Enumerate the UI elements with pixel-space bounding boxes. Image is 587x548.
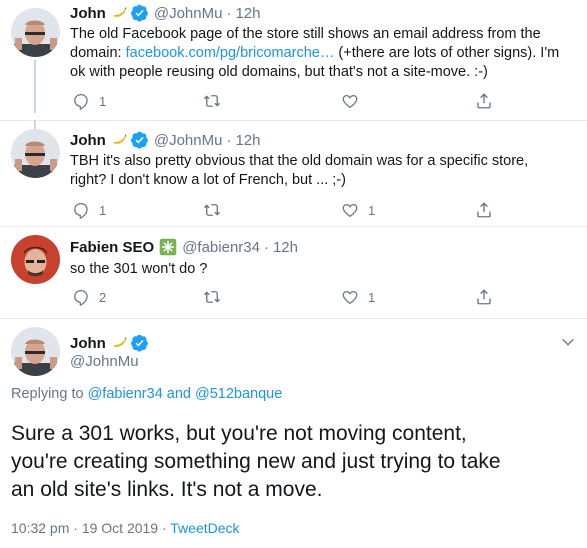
chevron-down-icon[interactable] — [560, 334, 576, 350]
tweet-1[interactable]: John @JohnMu · 12h The old Facebook page… — [0, 0, 587, 113]
retweet-icon — [203, 201, 221, 219]
tweet-actions: 1 1 — [70, 200, 580, 220]
banana-emoji-icon — [111, 334, 129, 352]
tweet-time[interactable]: 12h — [235, 5, 260, 22]
tweet-text-line: TBH it's also pretty obvious that the ol… — [70, 153, 529, 169]
author-handle[interactable]: @JohnMu — [154, 5, 223, 22]
reply-user-link[interactable]: @fabienr34 — [88, 386, 163, 402]
tweet-text: TBH it's also pretty obvious that the ol… — [70, 152, 580, 190]
reply-count: 1 — [99, 202, 107, 218]
like-icon — [341, 288, 359, 306]
reply-button[interactable]: 1 — [72, 91, 106, 111]
avatar-john-icon — [11, 8, 60, 57]
sparkle-emoji-icon — [159, 238, 177, 256]
reply-icon — [72, 201, 90, 219]
author-handle[interactable]: @JohnMu — [154, 132, 223, 149]
tweet-text-line: ok with people reusing old domains, but … — [70, 64, 488, 80]
tweet-text-line: The old Facebook page of the store still… — [70, 26, 541, 42]
tweet-actions: 2 1 — [70, 287, 580, 307]
author-handle[interactable]: @JohnMu — [70, 353, 139, 370]
tweet-text-line: right? I don't know a lot of French, but… — [70, 172, 346, 188]
retweet-button[interactable] — [203, 200, 230, 220]
share-button[interactable] — [475, 287, 493, 307]
like-button[interactable]: 1 — [341, 200, 375, 220]
author-name[interactable]: John — [70, 5, 106, 22]
reply-button[interactable]: 2 — [72, 287, 106, 307]
reply-icon — [72, 92, 90, 110]
banana-emoji-icon — [111, 4, 129, 22]
like-icon — [341, 92, 359, 110]
share-button[interactable] — [475, 91, 493, 111]
share-icon — [475, 92, 493, 110]
verified-badge-icon — [131, 131, 149, 149]
dot-separator: · — [263, 238, 269, 256]
tweet-text: The old Facebook page of the store still… — [70, 25, 580, 82]
replying-prefix: Replying to — [11, 386, 88, 402]
avatar-john-icon — [11, 129, 60, 178]
tweet-meta: 10:32 pm · 19 Oct 2019 · TweetDeck — [11, 520, 240, 536]
tweet-text-line: Sure a 301 works, but you're not moving … — [11, 422, 467, 445]
tweet-text-line: you're creating something new and just t… — [11, 450, 501, 473]
tweet-actions: 1 — [70, 91, 580, 111]
dot-separator: · — [226, 4, 232, 22]
verified-badge-icon — [131, 334, 149, 352]
retweet-icon — [203, 92, 221, 110]
thread-line — [34, 120, 36, 129]
retweet-button[interactable] — [203, 287, 230, 307]
replying-to: Replying to @fabienr34 and @512banque — [11, 386, 282, 402]
share-icon — [475, 201, 493, 219]
thread-line — [34, 60, 36, 113]
reply-count: 1 — [99, 93, 107, 109]
tweet-text-line: an old site's links. It's not a move. — [11, 478, 323, 501]
tweet-time[interactable]: 12h — [235, 132, 260, 149]
like-count: 1 — [368, 289, 376, 305]
retweet-icon — [203, 288, 221, 306]
dot-separator: · — [226, 131, 232, 149]
divider — [0, 318, 587, 319]
tweet-text-line: domain: facebook.com/pg/bricomarche… (+t… — [70, 44, 580, 63]
author-name[interactable]: Fabien SEO — [70, 239, 154, 256]
tweet-text-line: so the 301 won't do ? — [70, 261, 208, 277]
banana-emoji-icon — [111, 131, 129, 149]
tweet-2[interactable]: John @JohnMu · 12h TBH it's also pretty … — [0, 120, 587, 224]
author-name[interactable]: John — [70, 132, 106, 149]
avatar[interactable] — [11, 327, 60, 376]
like-icon — [341, 201, 359, 219]
client-link[interactable]: TweetDeck — [170, 520, 239, 536]
verified-badge-icon — [131, 4, 149, 22]
text-fragment: domain: — [70, 45, 126, 61]
avatar-john-icon — [11, 327, 60, 376]
like-count: 1 — [368, 202, 376, 218]
avatar[interactable] — [11, 129, 60, 178]
focused-tweet-text: Sure a 301 works, but you're not moving … — [11, 420, 577, 504]
author-handle[interactable]: @fabienr34 — [182, 239, 260, 256]
text-fragment: (+there are lots of other signs). I'm — [334, 45, 560, 61]
facebook-link[interactable]: facebook.com/pg/bricomarche… — [126, 45, 335, 61]
timestamp[interactable]: 10:32 pm · 19 Oct 2019 · — [11, 520, 170, 536]
like-button[interactable]: 1 — [341, 287, 375, 307]
share-button[interactable] — [475, 200, 493, 220]
author-name[interactable]: John — [70, 335, 106, 352]
tweet-time[interactable]: 12h — [273, 239, 298, 256]
avatar[interactable] — [11, 8, 60, 57]
share-icon — [475, 288, 493, 306]
tweet-3[interactable]: Fabien SEO @fabienr34 · 12h so the 301 w… — [0, 227, 587, 317]
tweet-text: so the 301 won't do ? — [70, 260, 580, 279]
retweet-button[interactable] — [203, 91, 230, 111]
reply-count: 2 — [99, 289, 107, 305]
avatar[interactable] — [11, 235, 60, 284]
avatar-fabien-icon — [11, 235, 60, 284]
like-button[interactable] — [341, 91, 368, 111]
reply-button[interactable]: 1 — [72, 200, 106, 220]
reply-user-link[interactable]: @512banque — [195, 386, 282, 402]
replying-and: and — [162, 386, 196, 402]
reply-icon — [72, 288, 90, 306]
